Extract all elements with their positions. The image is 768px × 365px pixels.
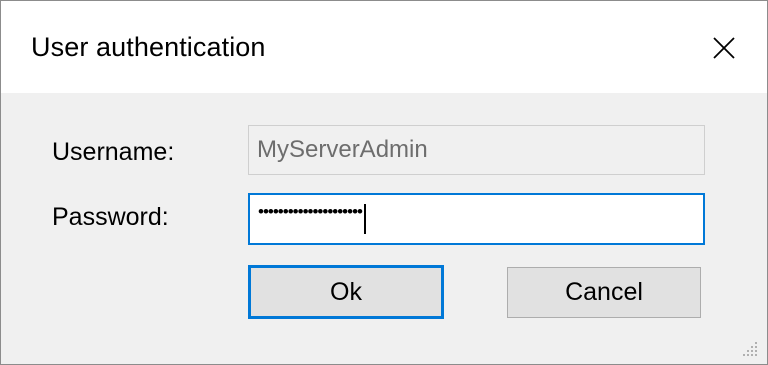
cancel-button[interactable]: Cancel [507, 267, 701, 318]
ok-button-label: Ok [330, 278, 362, 306]
auth-dialog: User authentication Username: MyServerAd… [0, 0, 768, 365]
close-icon [713, 37, 735, 59]
password-field[interactable]: ••••••••••••••••••••• [248, 193, 705, 245]
username-value: MyServerAdmin [257, 136, 428, 163]
ok-button[interactable]: Ok [248, 265, 444, 319]
title-bar[interactable]: User authentication [1, 1, 767, 93]
password-label: Password: [52, 203, 169, 231]
password-masked-value: ••••••••••••••••••••• [258, 202, 363, 221]
close-button[interactable] [679, 1, 767, 93]
resize-grip-icon[interactable] [739, 338, 759, 358]
username-field[interactable]: MyServerAdmin [248, 125, 705, 175]
text-caret [364, 204, 366, 234]
dialog-title: User authentication [31, 32, 266, 62]
username-label: Username: [52, 138, 175, 166]
cancel-button-label: Cancel [565, 278, 643, 306]
